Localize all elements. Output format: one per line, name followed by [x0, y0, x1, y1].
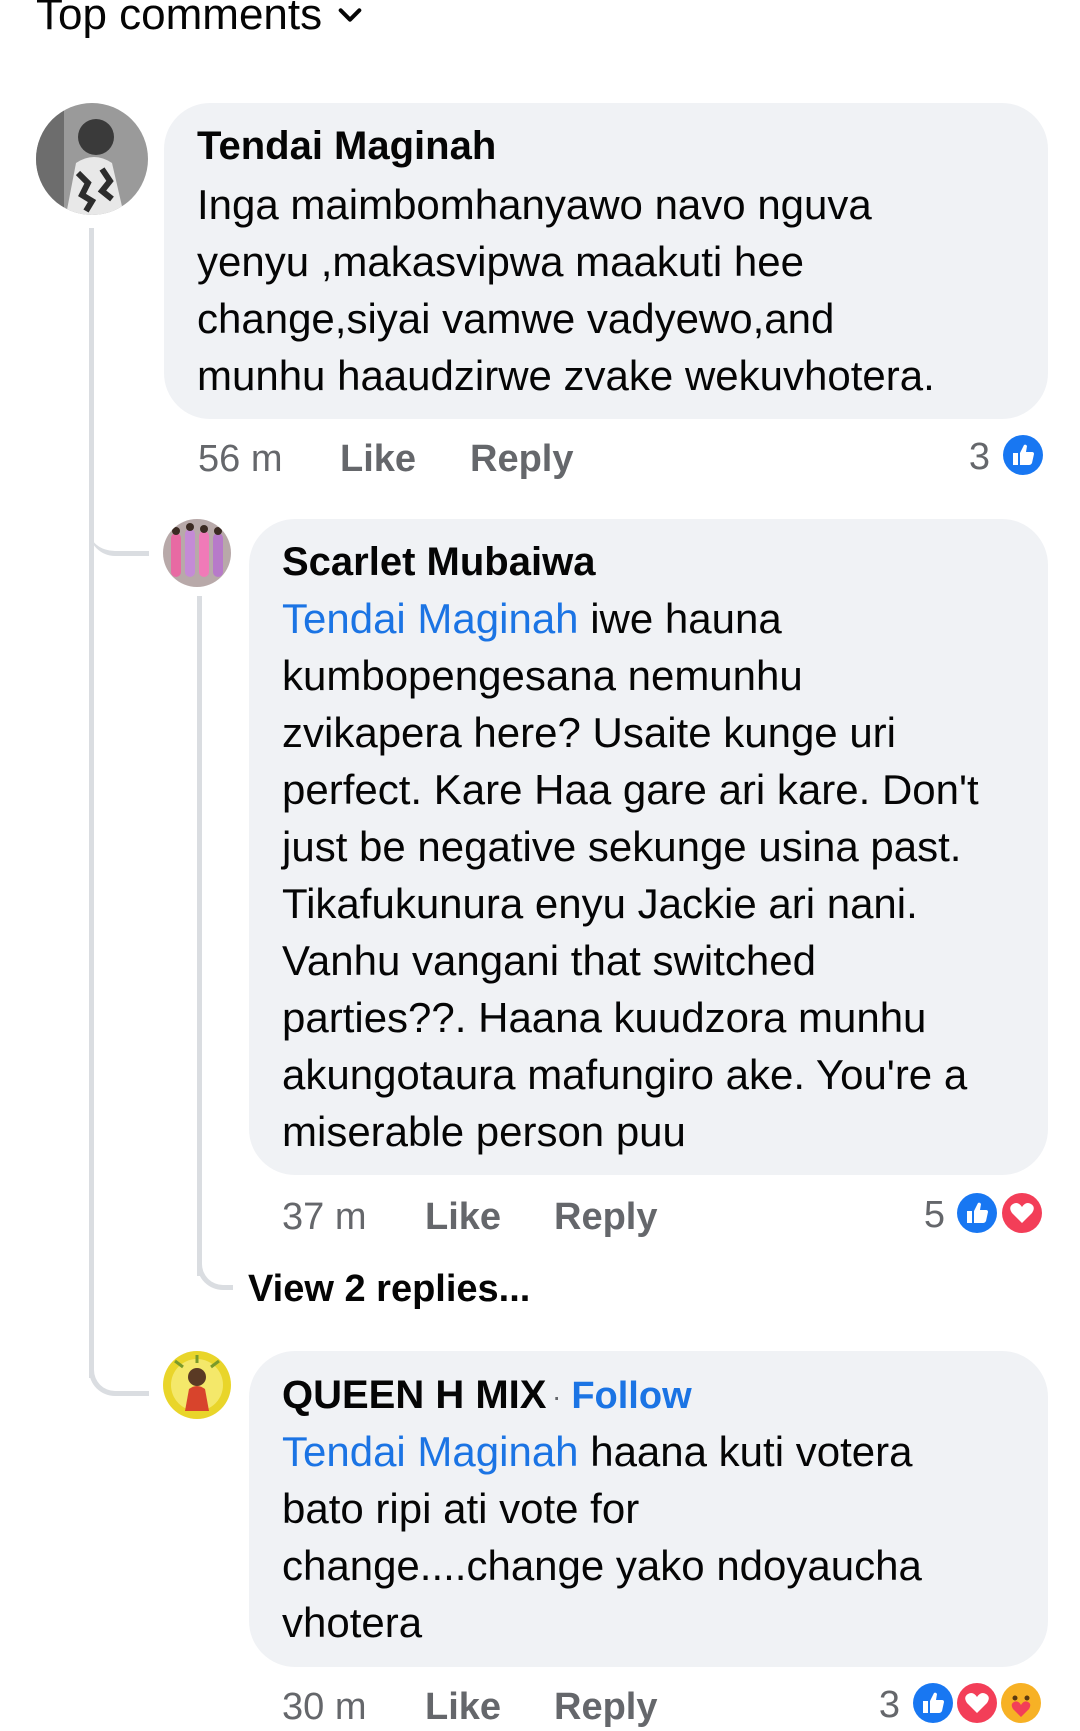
comment-text-start: iwe hauna — [578, 595, 782, 642]
love-reaction-icon — [999, 1190, 1045, 1236]
thread-connector-1 — [89, 520, 149, 556]
comment-line: yenyu ,makasvipwa maakuti hee — [197, 238, 804, 285]
thread-connector-2 — [89, 1360, 149, 1396]
like-reaction-icon — [1000, 432, 1046, 478]
avatar[interactable] — [163, 1351, 231, 1419]
view-replies-link[interactable]: View 2 replies... — [248, 1268, 530, 1311]
comment-line: perfect. Kare Haa gare ari kare. Don't — [282, 766, 979, 813]
comment-line: parties??. Haana kuudzora munhu — [282, 994, 927, 1041]
love-reaction-icon — [954, 1680, 1000, 1726]
comment-line: Inga maimbomhanyawo navo nguva — [197, 181, 872, 228]
avatar[interactable] — [163, 519, 231, 587]
comment-line: miserable person puu — [282, 1108, 686, 1155]
thread-line-main — [89, 228, 94, 1378]
comment-author[interactable]: QUEEN H MIX — [282, 1373, 546, 1418]
follow-wrap: · Follow — [552, 1373, 692, 1418]
chevron-down-icon — [336, 0, 364, 40]
comment-line: Vanhu vangani that switched — [282, 937, 816, 984]
comment-line: bato ripi ati vote for — [282, 1485, 640, 1532]
comment-text-start: haana kuti votera — [578, 1428, 913, 1475]
like-reaction-icon — [954, 1190, 1000, 1236]
comments-page: Top comments Tendai Maginah Inga maimbom… — [0, 0, 1080, 1731]
comment-line: change,siyai vamwe vadyewo,and — [197, 295, 835, 342]
thread-connector-replies — [197, 1254, 233, 1290]
comment-time: 30 m — [282, 1686, 367, 1728]
reply-button[interactable]: Reply — [470, 438, 573, 481]
like-button[interactable]: Like — [425, 1686, 501, 1729]
comment-author[interactable]: Scarlet Mubaiwa — [282, 540, 595, 585]
thread-line-sub — [197, 596, 202, 1276]
comment-time: 56 m — [198, 438, 283, 480]
sort-comments-dropdown[interactable]: Top comments — [36, 0, 364, 40]
separator-dot: · — [552, 1381, 562, 1413]
reaction-count[interactable]: 3 — [860, 1684, 900, 1727]
reply-button[interactable]: Reply — [554, 1686, 657, 1729]
comment-text: Tendai Maginah iwe hauna kumbopengesana … — [282, 590, 1042, 1160]
care-reaction-icon — [998, 1680, 1044, 1726]
mention-link[interactable]: Tendai Maginah — [282, 1428, 579, 1475]
like-button[interactable]: Like — [340, 438, 416, 481]
comment-line: just be negative sekunge usina past. — [282, 823, 962, 870]
comment-line: munhu haaudzirwe zvake wekuvhotera. — [197, 352, 935, 399]
mention-link[interactable]: Tendai Maginah — [282, 595, 579, 642]
like-button[interactable]: Like — [425, 1196, 501, 1239]
comment-line: change....change yako ndoyaucha — [282, 1542, 922, 1589]
comment-line: Tendai Maginah haana kuti votera — [282, 1423, 1042, 1480]
follow-button[interactable]: Follow — [571, 1375, 691, 1417]
comment-line: zvikapera here? Usaite kunge uri — [282, 709, 897, 756]
reply-button[interactable]: Reply — [554, 1196, 657, 1239]
comment-author[interactable]: Tendai Maginah — [197, 124, 496, 169]
avatar[interactable] — [36, 103, 148, 215]
comment-line: akungotaura mafungiro ake. You're a — [282, 1051, 968, 1098]
comment-line: Tikafukunura enyu Jackie ari nani. — [282, 880, 918, 927]
reaction-count[interactable]: 3 — [950, 436, 990, 479]
comment-text: Tendai Maginah haana kuti votera bato ri… — [282, 1423, 1042, 1651]
reaction-count[interactable]: 5 — [905, 1194, 945, 1237]
sort-label: Top comments — [36, 0, 323, 39]
comment-line: vhotera — [282, 1599, 423, 1646]
comment-time: 37 m — [282, 1196, 367, 1238]
comment-text: Inga maimbomhanyawo navo nguva yenyu ,ma… — [197, 176, 1037, 404]
like-reaction-icon — [910, 1680, 956, 1726]
comment-line: Tendai Maginah iwe hauna — [282, 590, 1042, 647]
comment-line: kumbopengesana nemunhu — [282, 652, 803, 699]
